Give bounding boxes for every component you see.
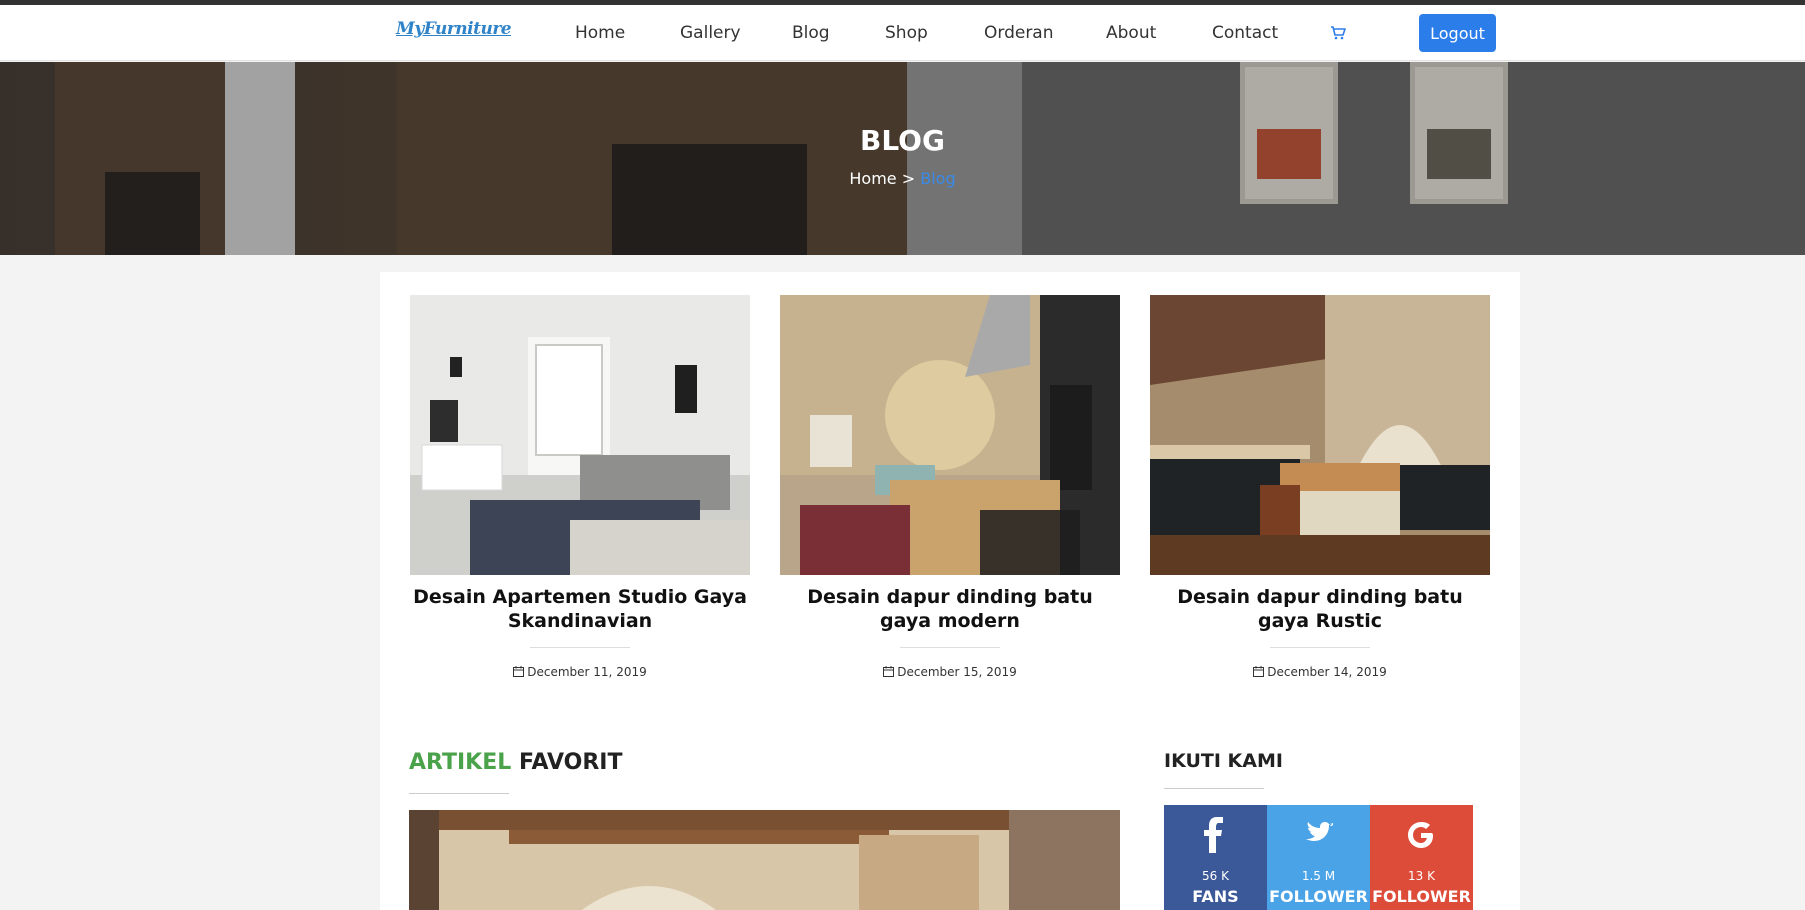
favorites-heading-accent: ARTIKEL xyxy=(409,750,512,775)
nav-shop[interactable]: Shop xyxy=(885,23,928,43)
post-date: December 11, 2019 xyxy=(410,665,750,679)
nav-orderan[interactable]: Orderan xyxy=(984,23,1054,43)
facebook-icon xyxy=(1204,817,1223,853)
content-card: Desain Apartemen Studio Gaya Skandinavia… xyxy=(380,272,1520,910)
google-label: FOLLOWER xyxy=(1372,887,1471,906)
favorites-heading: ARTIKEL FAVORIT xyxy=(409,750,622,775)
logout-button[interactable]: Logout xyxy=(1419,14,1496,52)
logo[interactable]: MyFurniture xyxy=(396,19,512,39)
twitter-count: 1.5 M xyxy=(1301,869,1336,883)
facebook-follow-button[interactable]: 56 K FANS xyxy=(1164,805,1267,910)
post-date-text: December 14, 2019 xyxy=(1267,665,1387,679)
blog-post-card: Desain dapur dinding batu gaya Rustic De… xyxy=(1150,295,1490,679)
twitter-icon xyxy=(1306,822,1333,841)
breadcrumb-separator: > xyxy=(901,169,916,188)
calendar-icon xyxy=(513,666,525,677)
page-title: BLOG xyxy=(860,124,945,157)
google-follow-button[interactable]: 13 K FOLLOWER xyxy=(1370,805,1473,910)
blog-post-card: Desain Apartemen Studio Gaya Skandinavia… xyxy=(410,295,750,679)
navbar: MyFurniture Home Gallery Blog Shop Order… xyxy=(0,5,1805,61)
favorite-article-image[interactable] xyxy=(409,810,1120,910)
divider xyxy=(900,647,1000,648)
post-image[interactable] xyxy=(780,295,1120,575)
blog-post-card: Desain dapur dinding batu gaya modern De… xyxy=(780,295,1120,679)
facebook-label: FANS xyxy=(1192,887,1239,906)
divider xyxy=(1164,788,1264,789)
post-image[interactable] xyxy=(410,295,750,575)
post-title[interactable]: Desain dapur dinding batu gaya modern xyxy=(780,585,1120,633)
google-icon xyxy=(1408,822,1433,848)
post-date-text: December 15, 2019 xyxy=(897,665,1017,679)
calendar-icon xyxy=(883,666,895,677)
cart-icon[interactable] xyxy=(1330,25,1346,41)
hero-overlay xyxy=(0,62,1805,255)
hero-banner: BLOG Home > Blog xyxy=(0,62,1805,255)
post-date-text: December 11, 2019 xyxy=(527,665,647,679)
nav-contact[interactable]: Contact xyxy=(1212,23,1278,43)
breadcrumb-home[interactable]: Home xyxy=(849,169,896,188)
nav-about[interactable]: About xyxy=(1106,23,1156,43)
calendar-icon xyxy=(1253,666,1265,677)
breadcrumb: Home > Blog xyxy=(0,169,1805,188)
breadcrumb-current[interactable]: Blog xyxy=(920,169,955,188)
twitter-follow-button[interactable]: 1.5 M FOLLOWER xyxy=(1267,805,1370,910)
favorites-heading-rest: FAVORIT xyxy=(518,750,623,775)
nav-blog[interactable]: Blog xyxy=(792,23,830,43)
twitter-label: FOLLOWER xyxy=(1269,887,1368,906)
post-title[interactable]: Desain Apartemen Studio Gaya Skandinavia… xyxy=(410,585,750,633)
divider xyxy=(530,647,630,648)
divider xyxy=(409,793,509,794)
nav-home[interactable]: Home xyxy=(575,23,625,43)
facebook-count: 56 K xyxy=(1202,869,1229,883)
follow-heading: IKUTI KAMI xyxy=(1164,750,1283,772)
post-image[interactable] xyxy=(1150,295,1490,575)
post-date: December 15, 2019 xyxy=(780,665,1120,679)
post-title[interactable]: Desain dapur dinding batu gaya Rustic xyxy=(1150,585,1490,633)
google-count: 13 K xyxy=(1408,869,1435,883)
nav-gallery[interactable]: Gallery xyxy=(680,23,741,43)
divider xyxy=(1270,647,1370,648)
post-date: December 14, 2019 xyxy=(1150,665,1490,679)
